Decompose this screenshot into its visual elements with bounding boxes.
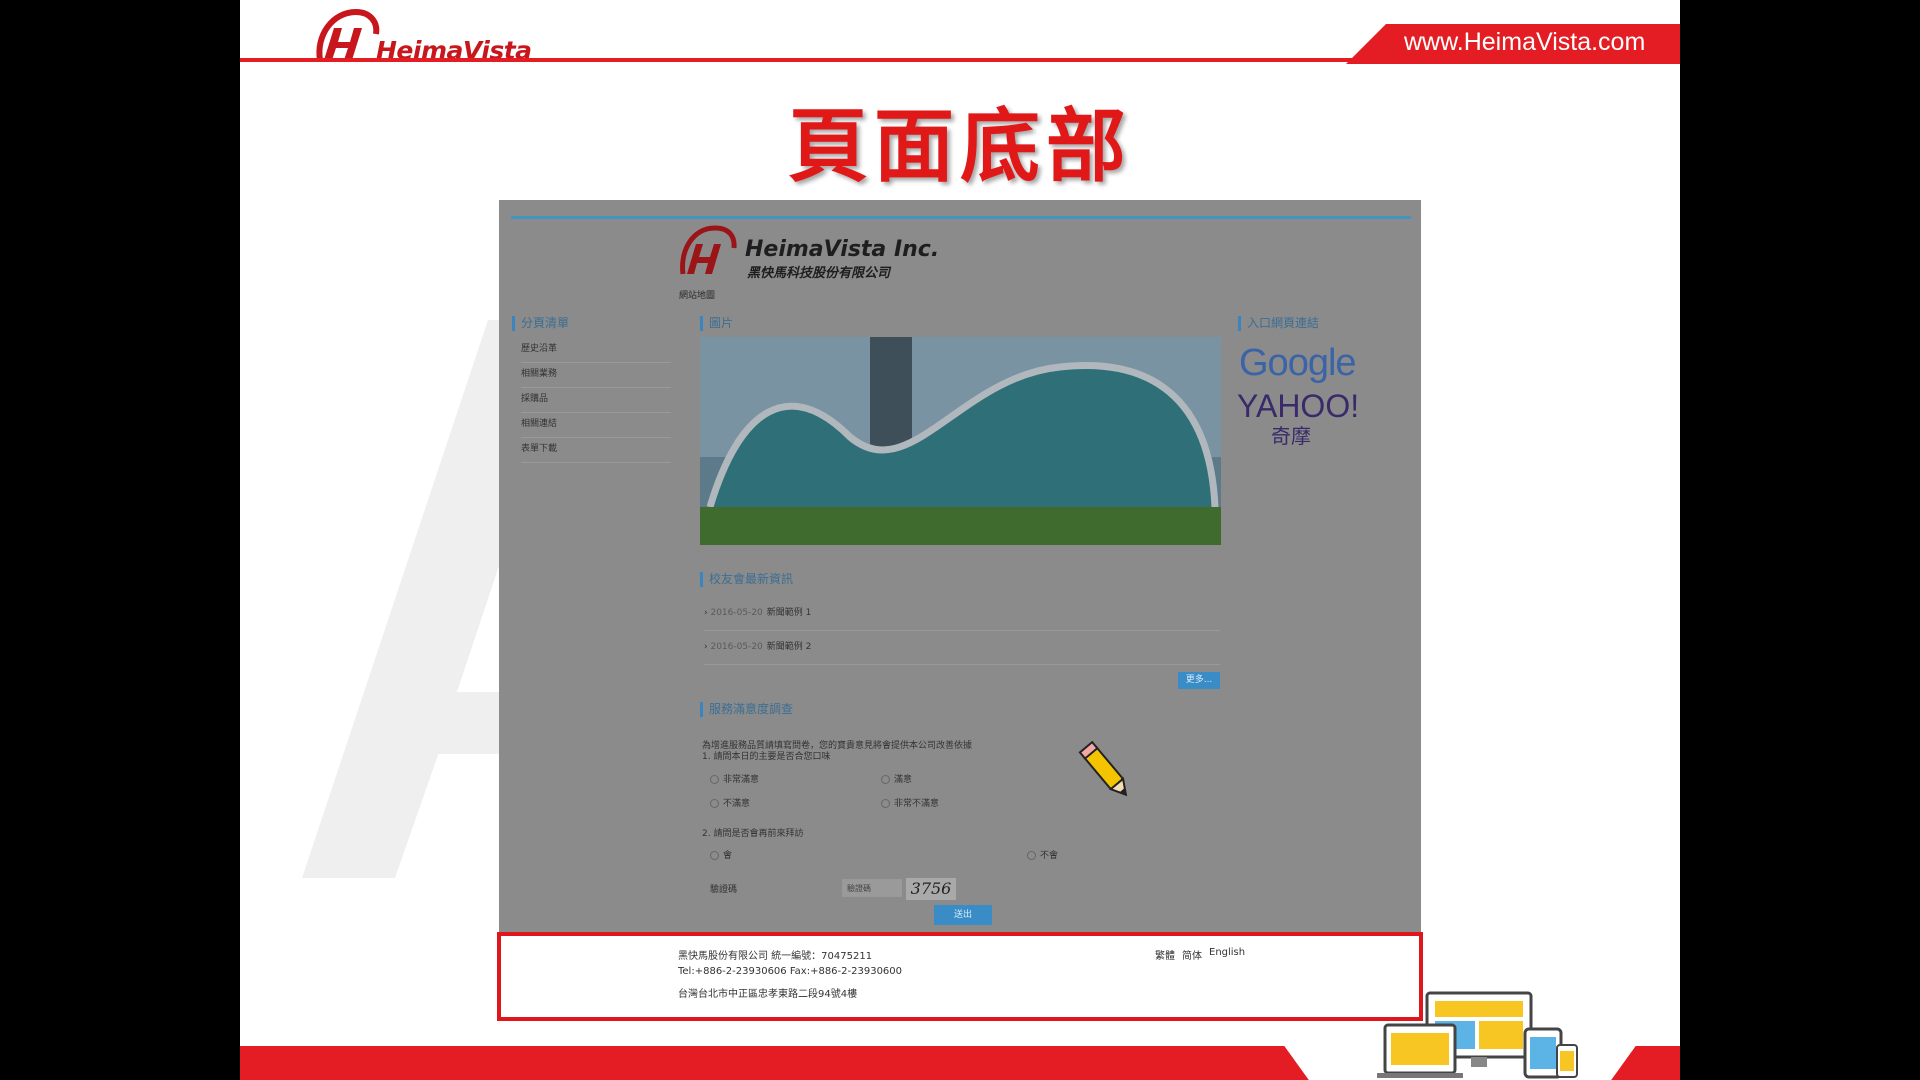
yahoo-sub: 奇摩 <box>1271 424 1311 448</box>
news-item[interactable]: › 2016-05-20 新聞範例 1 <box>704 600 1220 631</box>
sidebar-item-procurement[interactable]: 採購品 <box>521 388 671 413</box>
sidebar-heading: 分頁清單 <box>512 316 569 331</box>
slide: HeimaVista www.HeimaVista.com 頁面底部 Heima… <box>240 0 1680 1080</box>
banner-heading: 圖片 <box>700 316 733 331</box>
survey-option[interactable]: 會 <box>710 848 732 861</box>
captcha-image: 3756 <box>906 878 956 900</box>
devices-icon <box>1377 991 1578 1079</box>
survey-option[interactable]: 非常不滿意 <box>881 796 939 809</box>
radio-button[interactable] <box>881 799 890 808</box>
banner-image[interactable] <box>700 337 1221 545</box>
survey-option[interactable]: 滿意 <box>881 772 912 785</box>
news-date: 2016-05-20 <box>710 642 763 652</box>
news-title: 新聞範例 1 <box>766 608 812 618</box>
survey-heading: 服務滿意度調查 <box>700 702 793 717</box>
news-title: 新聞範例 2 <box>766 642 812 652</box>
radio-button[interactable] <box>710 851 719 860</box>
news-heading: 校友會最新資訊 <box>700 572 793 587</box>
captcha-input[interactable]: 驗證碼 <box>842 879 902 897</box>
site-name-zh: 黑快馬科技股份有限公司 <box>747 266 891 281</box>
news-date: 2016-05-20 <box>710 608 763 618</box>
site-top-line <box>511 216 1411 219</box>
heimavista-logo-icon <box>316 8 380 61</box>
slide-title: 頁面底部 <box>788 100 1132 193</box>
website-screenshot: HeimaVista Inc. 黑快馬科技股份有限公司 網站地圖 分頁清單 歷史… <box>499 200 1421 932</box>
sitemap-link[interactable]: 網站地圖 <box>679 288 715 301</box>
pencil-cursor-icon <box>1078 740 1128 797</box>
site-logo-icon <box>680 225 737 275</box>
portal-heading: 入口網頁連結 <box>1238 316 1319 331</box>
google-logo-text: Google <box>1239 342 1357 384</box>
radio-button[interactable] <box>1027 851 1036 860</box>
captcha-label: 驗證碼 <box>710 885 738 895</box>
radio-button[interactable] <box>710 775 719 784</box>
header-url: www.HeimaVista.com <box>1404 28 1646 56</box>
survey-question-1: 1. 請問本日的主要是否合您口味 <box>702 752 831 762</box>
radio-button[interactable] <box>710 799 719 808</box>
submit-button[interactable]: 送出 <box>934 905 992 925</box>
news-item[interactable]: › 2016-05-20 新聞範例 2 <box>704 634 1220 665</box>
sidebar-item-history[interactable]: 歷史沿革 <box>521 338 671 363</box>
radio-button[interactable] <box>881 775 890 784</box>
survey-option[interactable]: 不會 <box>1027 848 1058 861</box>
sidebar-item-business[interactable]: 相關業務 <box>521 363 671 388</box>
site-name: HeimaVista Inc. <box>745 237 940 262</box>
survey-question-2: 2. 請問是否會再前來拜訪 <box>702 829 804 839</box>
google-link[interactable]: Google <box>1239 342 1357 385</box>
sidebar-item-downloads[interactable]: 表單下載 <box>521 438 671 463</box>
more-news-button[interactable]: 更多... <box>1178 672 1220 689</box>
survey-option[interactable]: 非常滿意 <box>710 772 759 785</box>
survey-option[interactable]: 不滿意 <box>710 796 750 809</box>
sidebar-item-links[interactable]: 相關連結 <box>521 413 671 438</box>
footer-highlight-box <box>497 932 1423 1021</box>
